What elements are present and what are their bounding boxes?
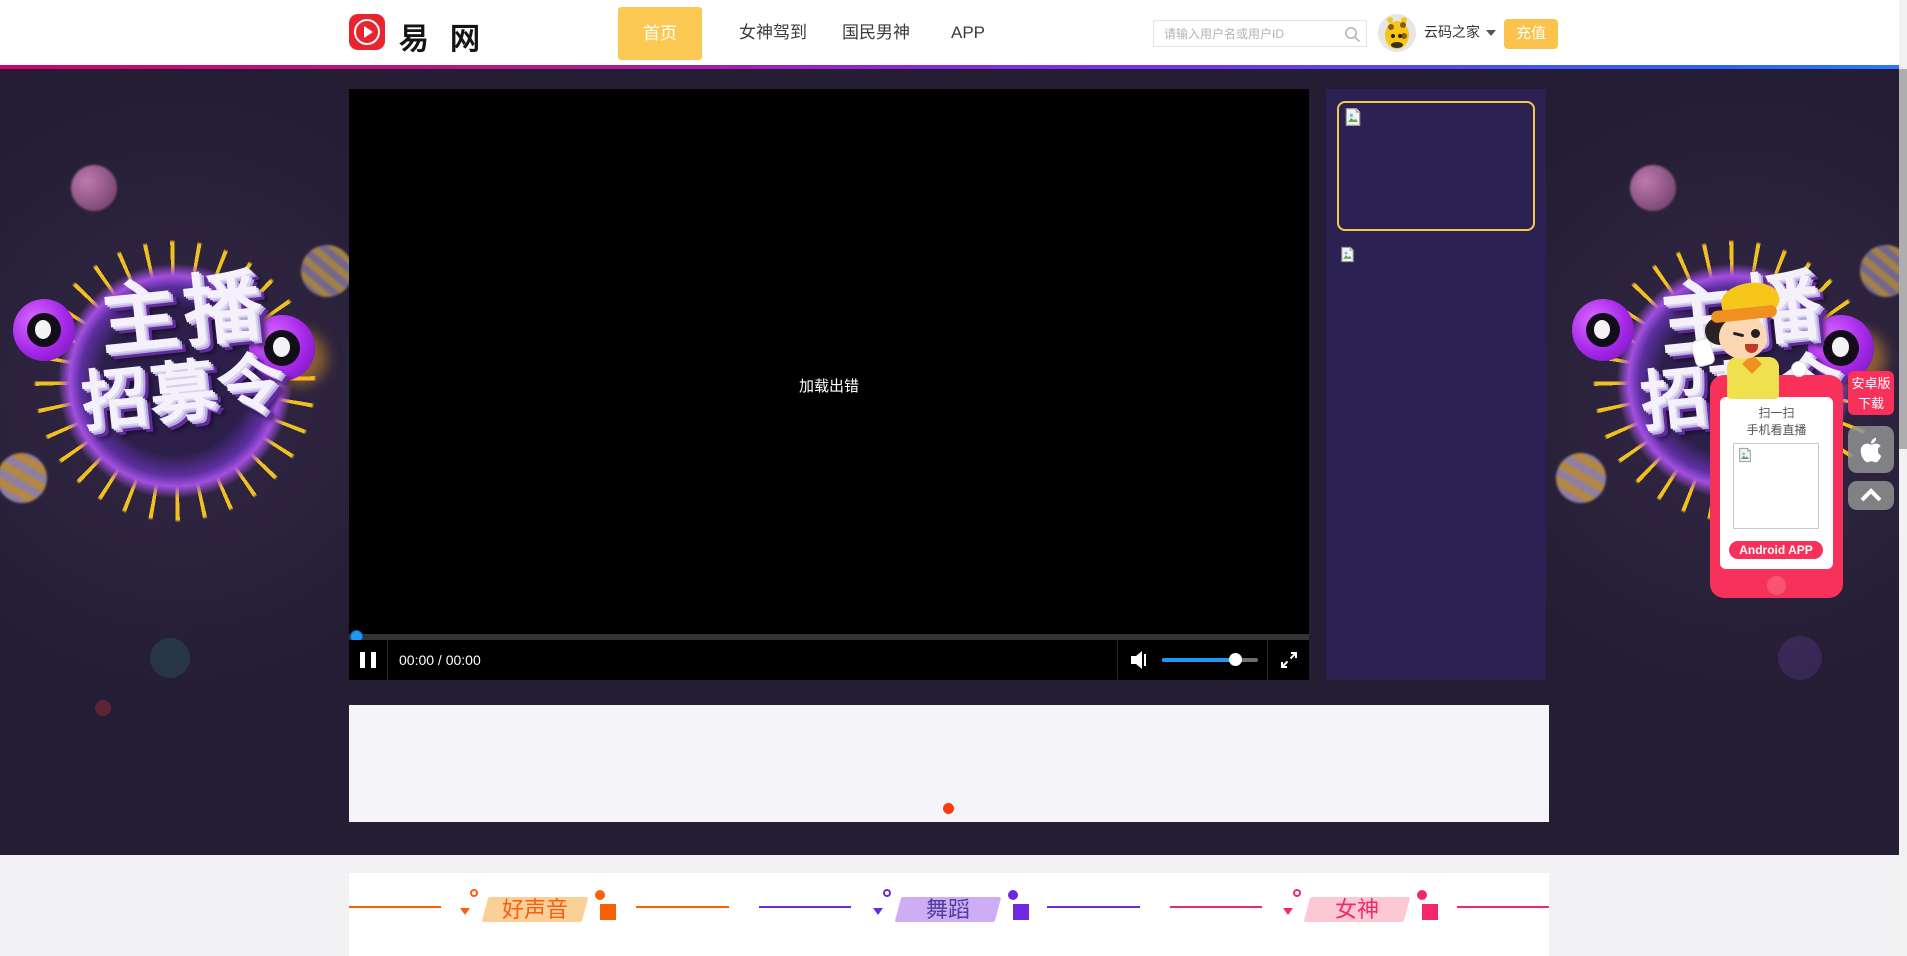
ios-download-tab[interactable] [1848,426,1894,473]
ball-decoration [1630,165,1676,211]
circle-ornament [470,889,478,897]
bottom-section: 好声音 舞蹈 女神 [0,855,1907,956]
divider-line [1047,906,1140,908]
nav-tab-app[interactable]: APP [938,0,998,65]
brand-name: 易网 [399,14,501,58]
ball-decoration [1556,453,1606,503]
search-input[interactable] [1162,22,1337,45]
category-label: 舞蹈 [898,897,998,922]
category-chip-dance[interactable]: 舞蹈 [895,897,1002,922]
fullscreen-icon [1280,651,1298,669]
scrollbar[interactable] [1899,0,1907,956]
volume-icon[interactable] [1130,650,1152,670]
circle-ornament [883,889,891,897]
ambient-dot [95,700,111,716]
promo-banner-left: 主播 招募令 [0,181,383,581]
broken-image-icon [1737,447,1753,463]
android-app-button[interactable]: Android APP [1728,540,1824,560]
triangle-ornament [460,908,470,915]
mascot-eye [1751,329,1760,338]
scan-subtitle: 手机看直播 [1720,421,1833,438]
divider-line [1457,906,1549,908]
header-gradient-border [0,65,1907,69]
pause-button[interactable] [349,640,388,680]
pause-icon [371,652,376,668]
plus-icon[interactable] [600,904,616,920]
brand-logo[interactable] [349,14,385,50]
ambient-dot [150,638,190,678]
dot-ornament [1008,890,1018,900]
chevron-up-icon [1859,487,1883,503]
apple-icon [1858,436,1884,464]
user-name[interactable]: 云码之家 [1424,0,1480,65]
fullscreen-button[interactable] [1269,640,1309,680]
category-label: 好声音 [485,897,585,922]
ambient-dot [1778,636,1822,680]
android-download-tab[interactable]: 安卓版下载 [1848,371,1894,415]
ball-decoration [71,165,117,211]
nav-tab-home[interactable]: 首页 [618,7,702,60]
phone-screen: 扫一扫 手机看直播 Android APP [1720,397,1833,569]
page: 主播 招募令 主播 招募令 加载出错 00:00 / 00:00 [0,0,1907,956]
volume-control [1117,640,1268,680]
triangle-ornament [1283,908,1293,915]
carousel [349,705,1549,822]
mascot-glove [1791,361,1807,377]
category-chip-voice[interactable]: 好声音 [482,897,589,922]
plus-icon[interactable] [1013,904,1029,920]
volume-fill [1162,658,1236,662]
dot-ornament [595,890,605,900]
back-to-top-tab[interactable] [1848,481,1894,510]
circle-ornament [1293,889,1301,897]
chevron-down-icon[interactable] [1486,30,1496,36]
video-player[interactable]: 加载出错 00:00 / 00:00 [349,89,1309,680]
sidebar-panel [1326,89,1546,680]
user-avatar[interactable] [1378,14,1416,52]
category-chip-goddess[interactable]: 女神 [1304,897,1411,922]
app-download-widget: 扫一扫 手机看直播 Android APP [1710,375,1843,598]
plus-icon[interactable] [1422,904,1438,920]
mascot-character [1693,283,1809,401]
header: 易网 首页 女神驾到 国民男神 APP 云码之家 充值 [0,0,1907,65]
search-box [1153,20,1367,47]
search-icon[interactable] [1344,26,1361,43]
category-label: 女神 [1307,897,1407,922]
featured-stream-box[interactable] [1337,101,1535,231]
nav-tab-male-god[interactable]: 国民男神 [826,0,926,65]
divider-line [349,906,441,908]
broken-image-icon [1339,246,1356,263]
volume-slider[interactable] [1162,658,1258,662]
carousel-dot[interactable] [943,803,954,814]
phone-home-button [1767,576,1786,595]
video-controls: 00:00 / 00:00 [349,640,1309,680]
pause-icon [360,652,365,668]
giraffe-avatar-image [1378,14,1416,52]
play-icon [364,26,373,38]
recharge-button[interactable]: 充值 [1504,19,1558,49]
scan-title: 扫一扫 [1720,404,1833,421]
video-error-text: 加载出错 [349,375,1309,396]
triangle-ornament [873,908,883,915]
broken-image-icon [1343,107,1363,127]
dot-ornament [1417,890,1427,900]
qr-code-box [1733,443,1819,529]
divider-line [636,906,729,908]
category-row: 好声音 舞蹈 女神 [349,873,1549,956]
divider-line [759,906,851,908]
time-display: 00:00 / 00:00 [399,640,481,680]
nav-tab-goddess[interactable]: 女神驾到 [723,0,823,65]
divider-line [1170,906,1262,908]
volume-knob[interactable] [1229,653,1242,666]
scrollbar-thumb[interactable] [1899,69,1907,449]
